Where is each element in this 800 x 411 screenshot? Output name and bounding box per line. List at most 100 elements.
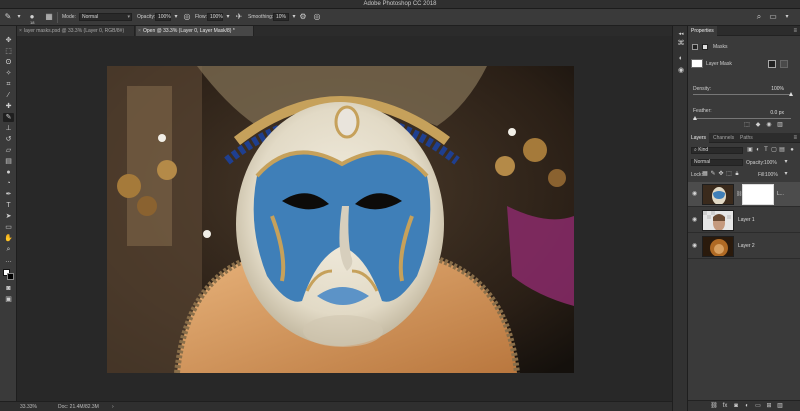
filter-smart-object-icon[interactable]: ▤: [778, 147, 786, 154]
feather-value[interactable]: 0.0 px: [770, 110, 784, 116]
eye-icon[interactable]: ◉: [692, 243, 698, 249]
layer-filter-select[interactable]: ⌕ Kind: [691, 147, 743, 154]
density-value[interactable]: 100%: [771, 86, 784, 92]
canvas-area[interactable]: [17, 36, 672, 401]
layer-thumbnail[interactable]: [702, 210, 734, 231]
apply-mask-icon[interactable]: ◆: [754, 122, 762, 129]
opacity-field[interactable]: 100%: [155, 13, 171, 21]
feather-slider-knob[interactable]: [693, 116, 697, 120]
lock-transparent-icon[interactable]: ▦: [701, 171, 709, 178]
hand-tool-icon[interactable]: ✋: [3, 234, 14, 243]
layer-style-icon[interactable]: fx: [721, 403, 729, 410]
document-canvas[interactable]: [107, 66, 574, 373]
density-slider-knob[interactable]: [789, 92, 793, 96]
layer-name[interactable]: Layer 2: [738, 243, 755, 249]
tab-properties[interactable]: Properties: [688, 26, 717, 36]
layer-thumbnail[interactable]: [702, 236, 734, 257]
pen-tool-icon[interactable]: ✒: [3, 190, 14, 199]
brush-tool-icon[interactable]: ✎: [3, 12, 13, 22]
link-layers-icon[interactable]: ⛓︎: [710, 403, 718, 410]
airbrush-icon[interactable]: ✈: [234, 12, 244, 22]
layer-mask-thumbnail[interactable]: [742, 184, 774, 205]
smoothing-field[interactable]: 10%: [273, 13, 289, 21]
eye-icon[interactable]: ◉: [692, 217, 698, 223]
layer-row-layer-1[interactable]: ◉ Layer 1: [688, 208, 800, 233]
mode-select[interactable]: Normal ▾: [79, 13, 132, 21]
layer-row-layer-0[interactable]: ◉ ⛓︎ L...: [688, 182, 800, 207]
workspace-icon[interactable]: ▭: [768, 12, 778, 22]
rectangle-tool-icon[interactable]: ▭: [3, 223, 14, 232]
pressure-opacity-icon[interactable]: ◎: [182, 12, 192, 22]
flow-dropdown-icon[interactable]: ▾: [223, 12, 233, 22]
lock-position-icon[interactable]: ✥: [717, 171, 725, 178]
lock-artboard-icon[interactable]: ⬚: [725, 171, 733, 178]
select-vector-mask-button[interactable]: [780, 60, 788, 68]
new-layer-icon[interactable]: ⊞: [765, 403, 773, 410]
quick-mask-icon[interactable]: ◙: [3, 284, 14, 293]
workspace-dropdown-icon[interactable]: ▾: [782, 12, 792, 22]
healing-brush-tool-icon[interactable]: ✚: [3, 102, 14, 111]
properties-panel-icon[interactable]: ◉: [676, 66, 686, 76]
collapse-arrows-icon[interactable]: ◂◂: [676, 29, 686, 39]
eyedropper-tool-icon[interactable]: ⁄: [3, 91, 14, 100]
more-tools-icon[interactable]: …: [3, 256, 14, 265]
blend-mode-select[interactable]: Normal: [691, 159, 743, 166]
type-tool-icon[interactable]: T: [3, 201, 14, 210]
brush-preset-dropdown-icon[interactable]: ▾: [14, 12, 24, 22]
add-mask-icon[interactable]: ◙: [732, 403, 740, 410]
zoom-tool-icon[interactable]: ⌕: [3, 245, 14, 254]
delete-mask-icon[interactable]: ▥: [776, 122, 784, 129]
document-tab-open[interactable]: × Open @ 33.3% (Layer 0, Layer Mask/8) *: [136, 26, 254, 36]
layer-thumbnail[interactable]: [702, 184, 734, 205]
opacity-dropdown-icon[interactable]: ▾: [171, 12, 181, 22]
new-group-icon[interactable]: ▭: [754, 403, 762, 410]
filter-toggle-icon[interactable]: ●: [788, 147, 796, 154]
flow-field[interactable]: 100%: [207, 13, 223, 21]
filter-pixel-icon[interactable]: ▣: [746, 147, 754, 154]
lock-image-icon[interactable]: ✎: [709, 171, 717, 178]
close-icon[interactable]: ×: [138, 26, 141, 36]
search-icon[interactable]: ⌕: [754, 12, 764, 22]
move-tool-icon[interactable]: ✥: [3, 36, 14, 45]
eye-icon[interactable]: ◉: [692, 191, 698, 197]
quick-select-tool-icon[interactable]: ✧: [3, 69, 14, 78]
brush-tool-icon[interactable]: ✎: [3, 113, 14, 122]
close-icon[interactable]: ×: [19, 26, 22, 36]
lasso-tool-icon[interactable]: ʘ: [3, 58, 14, 67]
filter-adjustment-icon[interactable]: ◐: [754, 147, 762, 154]
fill-dropdown-icon[interactable]: ▾: [782, 171, 790, 178]
density-slider[interactable]: [693, 92, 793, 96]
disable-mask-icon[interactable]: ◉: [765, 122, 773, 129]
tab-channels[interactable]: Channels: [710, 133, 737, 143]
history-panel-icon[interactable]: ⌘: [676, 39, 686, 49]
layer-name[interactable]: L...: [777, 191, 784, 197]
pressure-size-icon[interactable]: ◎: [312, 12, 322, 22]
status-menu-icon[interactable]: ›: [112, 404, 114, 410]
history-brush-tool-icon[interactable]: ↺: [3, 135, 14, 144]
gear-icon[interactable]: ⚙: [298, 12, 308, 22]
blur-tool-icon[interactable]: ●: [3, 168, 14, 177]
load-selection-icon[interactable]: ⬚: [743, 122, 751, 129]
clone-stamp-tool-icon[interactable]: ⊥: [3, 124, 14, 133]
layer-mask-thumbnail[interactable]: [691, 59, 703, 68]
filter-shape-icon[interactable]: ▢: [770, 147, 778, 154]
opacity-dropdown-icon[interactable]: ▾: [782, 159, 790, 166]
adjustments-panel-icon[interactable]: ◐: [676, 54, 686, 64]
screen-mode-icon[interactable]: ▣: [3, 295, 14, 304]
tab-layers[interactable]: Layers: [688, 133, 710, 143]
eraser-tool-icon[interactable]: ▱: [3, 146, 14, 155]
path-selection-tool-icon[interactable]: ➤: [3, 212, 14, 221]
zoom-level[interactable]: 33.33%: [20, 404, 37, 410]
document-tab-layer-masks[interactable]: × layer masks.psd @ 33.3% (Layer 0, RGB/…: [17, 26, 135, 36]
marquee-tool-icon[interactable]: ⬚: [3, 47, 14, 56]
brush-settings-panel-icon[interactable]: ▦: [44, 12, 54, 22]
select-pixel-mask-button[interactable]: [768, 60, 776, 68]
panel-menu-icon[interactable]: ≡: [793, 26, 797, 36]
background-color-swatch[interactable]: [7, 273, 14, 280]
layer-row-layer-2[interactable]: ◉ Layer 2: [688, 234, 800, 259]
dodge-tool-icon[interactable]: ◔: [3, 179, 14, 188]
filter-type-icon[interactable]: T: [762, 147, 770, 154]
lock-all-icon[interactable]: 🔒︎: [733, 171, 741, 178]
layer-name[interactable]: Layer 1: [738, 217, 755, 223]
feather-slider[interactable]: [693, 116, 791, 120]
